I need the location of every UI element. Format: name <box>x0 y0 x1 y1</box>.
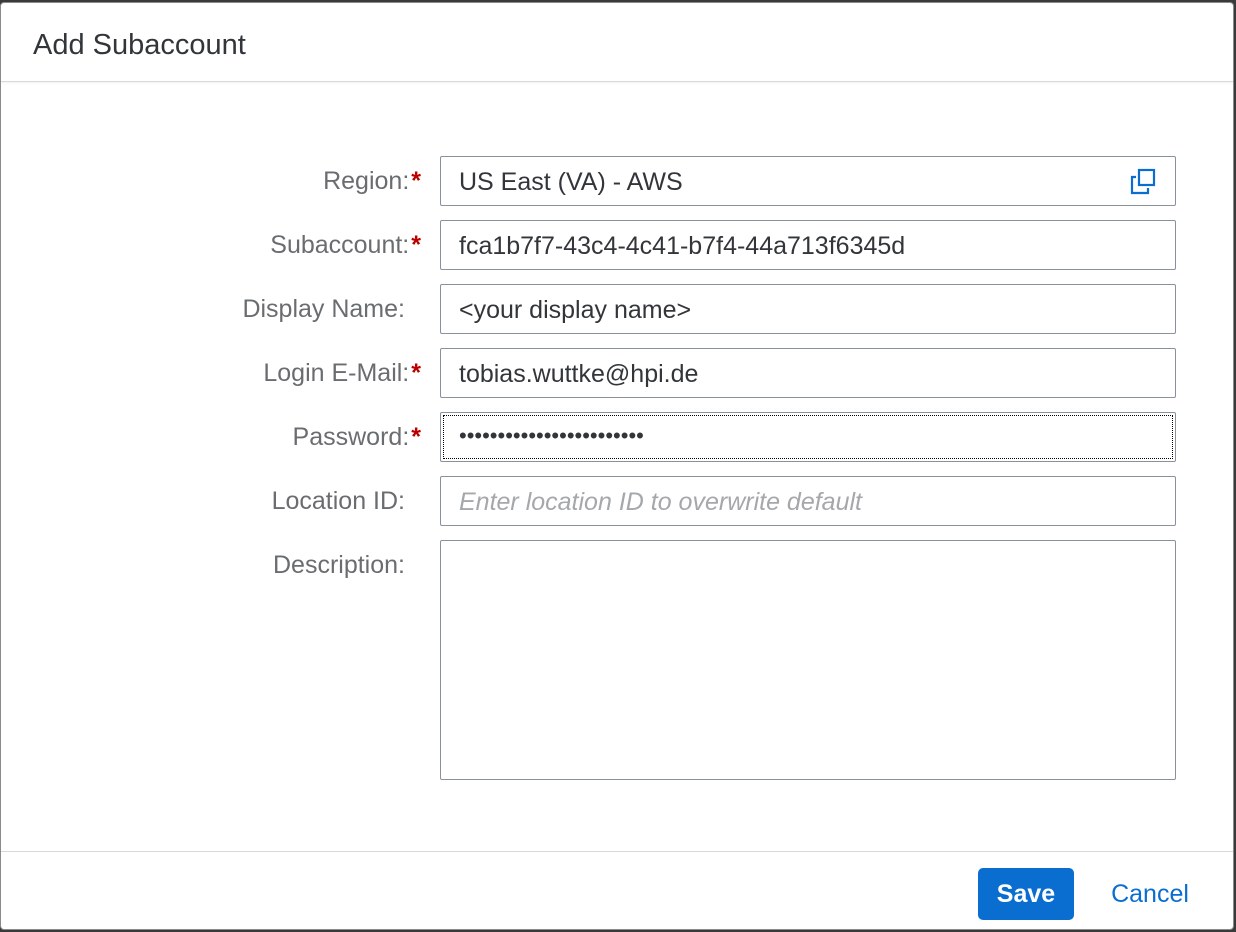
password-input[interactable]: •••••••••••••••••••••••• <box>440 412 1176 462</box>
location-id-label: Location ID: <box>271 487 405 515</box>
form-row-description: Description: <box>1 540 1233 782</box>
save-button[interactable]: Save <box>978 868 1074 920</box>
password-masked-value: •••••••••••••••••••••••• <box>459 423 644 448</box>
required-marker: * <box>411 167 421 195</box>
region-label-text: Region: <box>323 167 410 195</box>
password-label: Password:* <box>293 422 421 452</box>
dialog-footer: Save Cancel <box>1 851 1233 929</box>
region-label: Region:* <box>323 166 421 196</box>
region-value: US East (VA) - AWS <box>459 168 683 196</box>
description-label: Description: <box>273 551 405 579</box>
form-row-location-id: Location ID: Enter location ID to overwr… <box>1 476 1233 528</box>
required-marker: * <box>411 359 421 387</box>
display-name-label: Display Name: <box>242 295 405 323</box>
login-email-label-text: Login E-Mail: <box>263 359 410 387</box>
cancel-button[interactable]: Cancel <box>1094 868 1206 920</box>
required-marker: * <box>411 423 421 451</box>
dialog-title: Add Subaccount <box>33 29 246 61</box>
password-label-text: Password: <box>292 423 410 451</box>
subaccount-label-text: Subaccount: <box>270 231 410 259</box>
location-id-input[interactable]: Enter location ID to overwrite default <box>440 476 1176 526</box>
region-field[interactable]: US East (VA) - AWS <box>440 156 1176 206</box>
display-name-input[interactable]: <your display name> <box>440 284 1176 334</box>
login-email-input[interactable]: tobias.wuttke@hpi.de <box>440 348 1176 398</box>
login-email-label: Login E-Mail:* <box>263 358 421 388</box>
add-subaccount-dialog: Add Subaccount Region:* US East (VA) - A… <box>0 2 1234 930</box>
form-row-display-name: Display Name: <your display name> <box>1 284 1233 336</box>
display-name-value: <your display name> <box>459 296 692 324</box>
form-row-password: Password:* •••••••••••••••••••••••• <box>1 412 1233 464</box>
form-row-region: Region:* US East (VA) - AWS <box>1 156 1233 208</box>
value-help-icon[interactable] <box>1129 168 1157 196</box>
subaccount-label: Subaccount:* <box>270 230 421 260</box>
form-row-login-email: Login E-Mail:* tobias.wuttke@hpi.de <box>1 348 1233 400</box>
form-row-subaccount: Subaccount:* fca1b7f7-43c4-4c41-b7f4-44a… <box>1 220 1233 272</box>
subaccount-value: fca1b7f7-43c4-4c41-b7f4-44a713f6345d <box>459 232 906 260</box>
dialog-header: Add Subaccount <box>1 3 1233 82</box>
login-email-value: tobias.wuttke@hpi.de <box>459 360 699 388</box>
subaccount-input[interactable]: fca1b7f7-43c4-4c41-b7f4-44a713f6345d <box>440 220 1176 270</box>
location-id-placeholder: Enter location ID to overwrite default <box>459 488 862 516</box>
required-marker: * <box>411 231 421 259</box>
description-textarea[interactable] <box>440 540 1176 780</box>
